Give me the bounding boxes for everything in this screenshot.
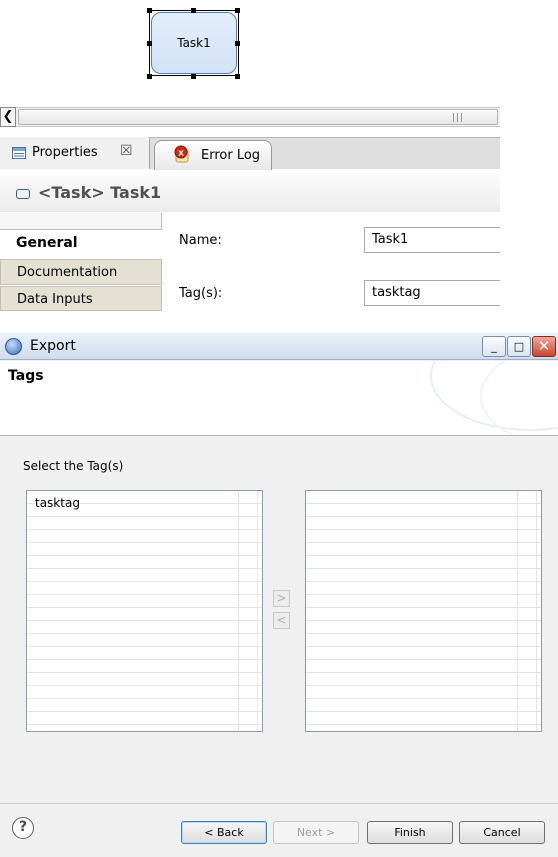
- help-icon[interactable]: ?: [12, 817, 34, 839]
- available-tags-rows: [27, 491, 262, 725]
- list-row: [306, 595, 541, 608]
- list-row: [306, 608, 541, 621]
- list-column-divider: [536, 491, 537, 731]
- properties-icon: [12, 147, 26, 159]
- list-row: [27, 569, 262, 582]
- task-shape-icon: [16, 189, 30, 199]
- minimize-icon[interactable]: _: [482, 336, 506, 357]
- svg-text:x: x: [178, 149, 184, 159]
- dialog-header: [0, 361, 558, 436]
- tags-field[interactable]: tasktag: [364, 280, 500, 306]
- list-row: [27, 673, 262, 686]
- resize-handle-ne[interactable]: [235, 8, 240, 13]
- resize-handle-e[interactable]: [235, 41, 240, 46]
- list-row: [306, 556, 541, 569]
- error-log-icon: x: [174, 145, 189, 163]
- scrollbar-thumb[interactable]: [18, 109, 498, 125]
- list-row: [306, 530, 541, 543]
- selected-tags-rows: [306, 491, 541, 725]
- list-row: [306, 647, 541, 660]
- sidebar-item-data-inputs[interactable]: Data Inputs: [0, 286, 162, 311]
- selected-tags-list[interactable]: [305, 490, 542, 732]
- list-row: [27, 621, 262, 634]
- scroll-left-icon[interactable]: ❮: [0, 107, 16, 127]
- available-tags-list[interactable]: tasktag: [26, 490, 263, 732]
- list-row: [306, 504, 541, 517]
- list-item[interactable]: tasktag: [35, 496, 80, 510]
- list-row: [306, 543, 541, 556]
- list-row: [306, 673, 541, 686]
- sidebar-item-documentation[interactable]: Documentation: [0, 259, 162, 285]
- sidebar-item-general[interactable]: General: [0, 230, 162, 256]
- list-row: [27, 556, 262, 569]
- dialog-header-title: Tags: [8, 368, 44, 384]
- add-tag-button[interactable]: >: [273, 590, 290, 607]
- list-row: [306, 582, 541, 595]
- properties-title: <Task> Task1: [38, 183, 162, 202]
- list-row: [27, 517, 262, 530]
- list-row: [306, 712, 541, 725]
- list-row: [27, 608, 262, 621]
- list-column-divider: [257, 491, 258, 731]
- cancel-button[interactable]: Cancel: [459, 821, 545, 844]
- list-row: [27, 595, 262, 608]
- list-row: [27, 712, 262, 725]
- app-icon: [5, 338, 22, 355]
- list-row: [27, 543, 262, 556]
- dialog-title-bar[interactable]: [0, 333, 558, 360]
- resize-handle-nw[interactable]: [147, 8, 152, 13]
- tab-properties-label: Properties: [32, 145, 98, 160]
- back-button[interactable]: < Back: [181, 821, 267, 844]
- list-row: [27, 647, 262, 660]
- list-row: [306, 517, 541, 530]
- list-row: [306, 686, 541, 699]
- resize-handle-s[interactable]: [191, 74, 196, 79]
- list-row: [306, 660, 541, 673]
- tab-error-log[interactable]: x Error Log: [154, 140, 272, 170]
- tab-close-icon[interactable]: ☒: [120, 143, 133, 159]
- select-tags-label: Select the Tag(s): [23, 459, 124, 473]
- list-row: [306, 491, 541, 504]
- name-label: Name:: [179, 233, 222, 248]
- resize-handle-n[interactable]: [191, 8, 196, 13]
- list-row: [27, 660, 262, 673]
- resize-handle-se[interactable]: [235, 74, 240, 79]
- next-button[interactable]: Next >: [273, 821, 359, 844]
- tab-error-log-label: Error Log: [201, 148, 261, 163]
- list-row: [27, 582, 262, 595]
- task-node-label: Task1: [177, 36, 211, 50]
- footer-separator: [0, 803, 558, 804]
- list-row: [27, 699, 262, 712]
- list-column-divider: [517, 491, 518, 731]
- list-row: [306, 569, 541, 582]
- list-row: [306, 621, 541, 634]
- resize-handle-sw[interactable]: [147, 74, 152, 79]
- list-row: [306, 699, 541, 712]
- tab-properties[interactable]: Properties ☒: [0, 137, 150, 169]
- list-column-divider: [238, 491, 239, 731]
- task-node[interactable]: Task1: [151, 12, 237, 74]
- close-icon[interactable]: ✕: [532, 336, 556, 357]
- dialog-title: Export: [30, 338, 76, 354]
- name-field[interactable]: Task1: [364, 227, 500, 253]
- scroll-grip-icon: |||: [452, 113, 465, 123]
- list-row: [27, 686, 262, 699]
- resize-handle-w[interactable]: [147, 41, 152, 46]
- list-row: [27, 530, 262, 543]
- list-row: [306, 634, 541, 647]
- finish-button[interactable]: Finish: [367, 821, 453, 844]
- remove-tag-button[interactable]: <: [273, 612, 290, 629]
- maximize-icon[interactable]: □: [507, 336, 531, 357]
- list-row: [27, 634, 262, 647]
- tags-label: Tag(s):: [179, 286, 223, 301]
- sidebar-spacer: [0, 213, 162, 230]
